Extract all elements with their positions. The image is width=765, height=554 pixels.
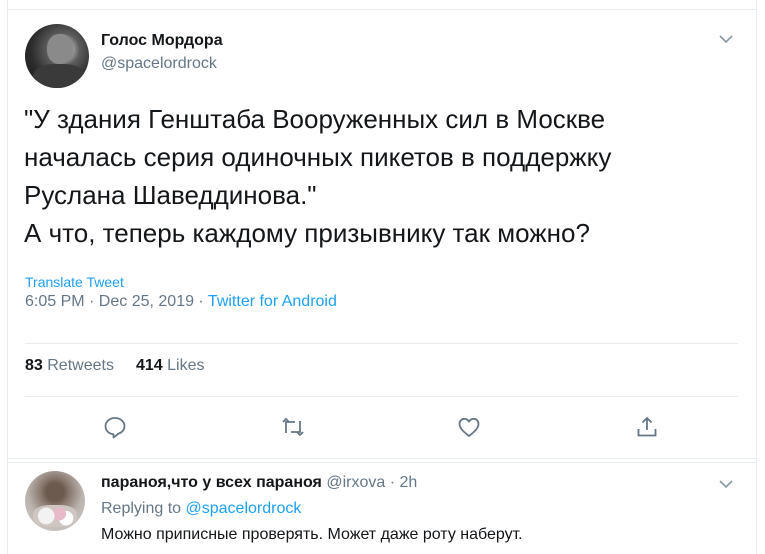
reply-text: Можно приписные проверять. Может даже ро… [101, 526, 523, 543]
tweet-text-line: "У здания Генштаба Вооруженных сил в Мос… [24, 104, 606, 134]
reply-icon[interactable] [102, 414, 128, 440]
chevron-down-icon[interactable] [718, 478, 734, 490]
replying-to: Replying to @spacelordrock [101, 500, 301, 518]
likes-count: 414 [135, 357, 163, 374]
reply-author-name[interactable]: параноя,что у всех параноя [101, 474, 322, 491]
tweet-text-line: началась серия одиночных пикетов в подде… [24, 142, 612, 172]
author-name[interactable]: Голос Мордора [101, 32, 223, 50]
reply-author-handle[interactable]: @irxova · 2h [326, 474, 417, 491]
retweets-stat[interactable]: 83 Retweets [25, 357, 114, 374]
divider [7, 9, 757, 10]
divider [7, 462, 757, 463]
divider [7, 458, 757, 459]
translate-tweet-link[interactable]: Translate Tweet [25, 274, 124, 290]
reply-header: параноя,что у всех параноя @irxova · 2h [101, 474, 417, 492]
share-icon[interactable] [634, 414, 660, 440]
author-handle[interactable]: @spacelordrock [101, 55, 217, 73]
replying-prefix: Replying to [101, 500, 186, 517]
tweet-timestamp[interactable]: 6:05 PM · Dec 25, 2019 · [25, 293, 208, 310]
heart-icon[interactable] [456, 414, 482, 440]
chevron-down-icon[interactable] [718, 33, 734, 45]
likes-stat[interactable]: 414 Likes [136, 357, 205, 374]
tweet-source-app[interactable]: Twitter for Android [208, 293, 337, 310]
tweet-meta: 6:05 PM · Dec 25, 2019 · Twitter for And… [25, 293, 337, 311]
divider [25, 343, 738, 344]
likes-label: Likes [167, 357, 205, 374]
avatar-body [33, 64, 85, 88]
reply-author-avatar[interactable] [25, 471, 85, 531]
avatar-flowers [33, 505, 77, 527]
avatar-face [47, 34, 73, 64]
retweet-icon[interactable] [280, 414, 306, 440]
tweet-text-line: А что, теперь каждому призывнику так мож… [24, 218, 590, 248]
author-avatar[interactable] [25, 24, 89, 88]
tweet-text: "У здания Генштаба Вооруженных сил в Мос… [24, 100, 724, 252]
tweet-text-line: Руслана Шаведдинова." [24, 180, 317, 210]
tweet-stats: 83 Retweets 414 Likes [25, 357, 204, 375]
retweets-count: 83 [25, 357, 43, 374]
retweets-label: Retweets [47, 357, 114, 374]
replying-to-link[interactable]: @spacelordrock [186, 500, 302, 517]
divider [25, 396, 738, 397]
